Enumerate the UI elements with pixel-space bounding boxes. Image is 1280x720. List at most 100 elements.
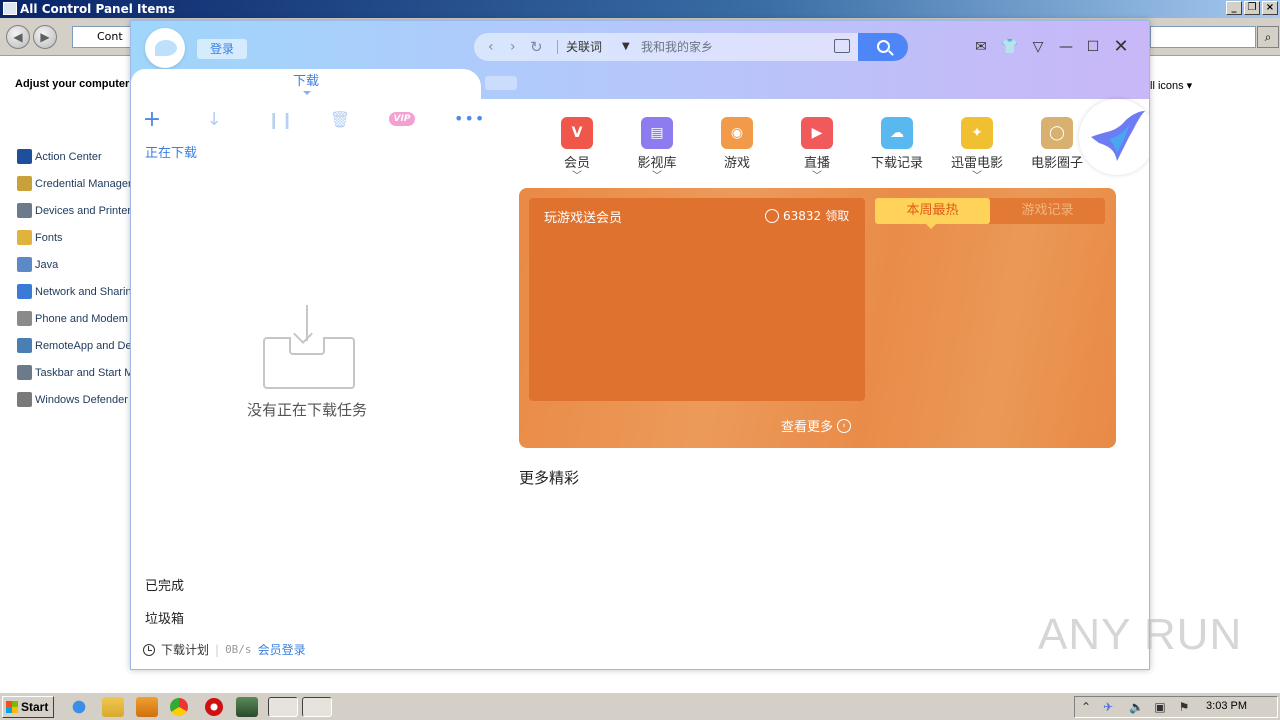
nav-item[interactable]: ▤ 影视库 ﹀	[622, 117, 692, 183]
minimize-button[interactable]: _	[1226, 1, 1242, 15]
xunlei-taskbar-icon[interactable]	[268, 697, 298, 717]
control-panel-item[interactable]: Taskbar and Start M	[17, 359, 138, 386]
xunlei-logo[interactable]	[145, 28, 185, 68]
xunlei-bird-icon[interactable]	[1079, 99, 1149, 175]
user-icon	[765, 208, 779, 223]
control-panel-items: Action Center Credential Manager Devices a…	[17, 143, 138, 413]
back-arrow-icon[interactable]: ◀	[6, 25, 30, 49]
network-icon[interactable]: ▣	[1153, 700, 1167, 714]
tab-browser[interactable]	[485, 76, 517, 90]
nav-item-icon: ▤	[641, 117, 673, 149]
downloading-category[interactable]: 正在下载	[145, 142, 197, 161]
claim-label: 领取	[825, 209, 850, 223]
claim-count: 63832	[783, 208, 822, 223]
control-panel-item[interactable]: Java	[17, 251, 138, 278]
download-plan-link[interactable]: 下载计划	[161, 641, 209, 658]
maximize-icon[interactable]: ☐	[1082, 37, 1104, 57]
completed-category[interactable]: 已完成	[145, 575, 184, 594]
delete-icon[interactable]: 🗑	[329, 109, 351, 131]
speed-value: 0B/s	[225, 643, 252, 656]
folder-search-icon[interactable]	[834, 39, 850, 53]
opera-icon[interactable]	[205, 698, 223, 716]
terminal-icon[interactable]	[236, 697, 258, 717]
address-bar[interactable]: Cont	[72, 26, 132, 48]
nav-item[interactable]: ▶ 直播 ﹀	[782, 117, 852, 183]
trash-category[interactable]: 垃圾箱	[145, 608, 184, 627]
anyrun-watermark: ANY RUN	[1038, 610, 1243, 659]
start-download-icon[interactable]: ↓	[203, 109, 225, 131]
add-task-icon[interactable]: +	[141, 109, 163, 131]
control-panel-item[interactable]: Windows Defender	[17, 386, 138, 413]
search-input[interactable]	[641, 33, 831, 61]
clock-icon	[143, 643, 155, 656]
close-icon[interactable]: ✕	[1110, 37, 1132, 57]
control-panel-search-input[interactable]	[1150, 26, 1256, 48]
more-icon[interactable]: •••	[454, 109, 485, 128]
pause-icon[interactable]: ❙❙	[267, 109, 294, 131]
nav-item[interactable]: V 会员 ﹀	[542, 117, 612, 183]
chrome-icon[interactable]	[170, 698, 188, 716]
control-panel-item-icon	[17, 203, 32, 218]
chevron-down-icon[interactable]: ﹀	[942, 171, 1012, 183]
tab-download[interactable]: 下载	[131, 69, 481, 99]
game-promo-panel[interactable]	[529, 198, 865, 401]
control-panel-item[interactable]: Phone and Modem	[17, 305, 138, 332]
control-panel-taskbar-icon[interactable]	[302, 697, 332, 717]
skin-icon[interactable]: 👕	[999, 37, 1021, 57]
nav-item[interactable]: ✦ 迅雷电影 ﹀	[942, 117, 1012, 183]
explorer-icon[interactable]	[102, 697, 124, 717]
control-panel-item[interactable]: RemoteApp and Des	[17, 332, 138, 359]
separator	[557, 40, 558, 54]
xunlei-tray-icon[interactable]: ✈	[1101, 700, 1115, 714]
control-panel-item-icon	[17, 149, 32, 164]
claim-counter[interactable]: 63832 领取	[765, 207, 849, 224]
control-panel-item[interactable]: Action Center	[17, 143, 138, 170]
empty-message: 没有正在下载任务	[246, 401, 367, 419]
nav-item[interactable]: ☁ 下载记录	[862, 117, 932, 171]
tab-weekly-hot[interactable]: 本周最热	[875, 198, 990, 229]
chevron-down-icon[interactable]: ﹀	[542, 171, 612, 183]
close-button[interactable]: ×	[1262, 1, 1278, 15]
nav-item-icon: ◉	[721, 117, 753, 149]
login-button[interactable]: 登录	[197, 39, 247, 59]
tray-expand-icon[interactable]: ⌃	[1079, 700, 1093, 714]
forward-arrow-icon[interactable]: ▶	[33, 25, 57, 49]
chevron-down-icon[interactable]: ﹀	[622, 171, 692, 183]
volume-icon[interactable]: 🔈	[1129, 700, 1144, 714]
chevron-down-icon[interactable]: ﹀	[782, 171, 852, 183]
control-panel-item[interactable]: Credential Manager	[17, 170, 138, 197]
xunlei-header: 登录 ‹ › ↻ 关联词 ▼ ✉ 👕 ▽ — ☐ ✕ 下载	[131, 21, 1149, 99]
start-button[interactable]: Start	[2, 696, 54, 718]
view-by-dropdown[interactable]: ll icons ▾	[1150, 79, 1192, 92]
refresh-icon[interactable]: ↻	[530, 33, 543, 61]
menu-icon[interactable]: ▽	[1027, 37, 1049, 57]
control-panel-item[interactable]: Devices and Printers	[17, 197, 138, 224]
member-login-link[interactable]: 会员登录	[258, 641, 306, 658]
search-button[interactable]	[858, 33, 908, 61]
nav-item[interactable]: ◉ 游戏	[702, 117, 772, 171]
control-panel-item-icon	[17, 257, 32, 272]
forward-icon[interactable]: ›	[510, 33, 516, 61]
see-more-link[interactable]: 查看更多 ›	[781, 416, 852, 435]
restore-button[interactable]: ❐	[1244, 1, 1260, 15]
nav-item-label: 下载记录	[870, 156, 923, 171]
keyword-dropdown-icon[interactable]: ▼	[622, 33, 630, 61]
clock[interactable]: 3:03 PM	[1206, 700, 1247, 712]
vip-badge[interactable]: VIP	[389, 112, 415, 126]
control-panel-item-label: Phone and Modem	[35, 312, 128, 325]
tab-game-history[interactable]: 游戏记录	[990, 198, 1105, 224]
nav-item-label: 会员	[563, 156, 590, 171]
control-panel-item[interactable]: Network and Sharing	[17, 278, 138, 305]
chevron-right-icon: ›	[837, 418, 852, 433]
back-icon[interactable]: ‹	[488, 33, 494, 61]
mail-icon[interactable]: ✉	[970, 37, 992, 57]
action-center-flag-icon[interactable]: ⚑	[1177, 700, 1191, 714]
media-player-icon[interactable]	[136, 697, 158, 717]
minimize-icon[interactable]: —	[1055, 37, 1077, 57]
control-panel-item[interactable]: Fonts	[17, 224, 138, 251]
search-icon[interactable]: ⌕	[1257, 26, 1279, 48]
nav-item-label: 影视库	[637, 156, 677, 171]
ie-icon[interactable]	[68, 697, 90, 717]
game-promo-card: 玩游戏送会员 63832 领取 本周最热 游戏记录 查看更多 ›	[519, 188, 1116, 448]
nav-item-icon: ✦	[961, 117, 993, 149]
